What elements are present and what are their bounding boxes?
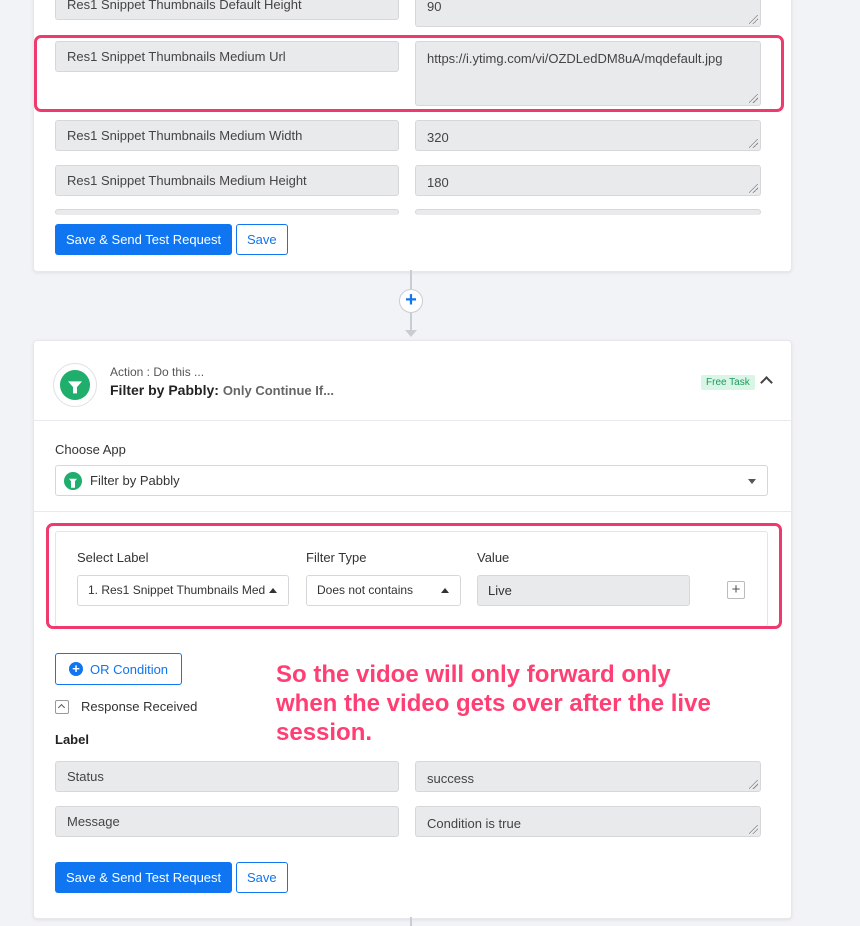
- collapse-chevron-icon[interactable]: [760, 376, 773, 389]
- choose-app-value: Filter by Pabbly: [90, 473, 180, 488]
- filter-app-small-icon: [64, 472, 82, 490]
- connector-line: [410, 270, 412, 289]
- plus-circle-icon: +: [69, 662, 83, 676]
- resize-grip-icon[interactable]: [749, 184, 758, 193]
- field-value[interactable]: 180: [415, 165, 761, 196]
- free-task-badge: Free Task: [701, 375, 755, 390]
- annotation-text: So the vidoe will only forward only when…: [276, 661, 711, 746]
- field-label: Res1 Snippet Thumbnails Medium Height: [55, 165, 399, 196]
- response-value[interactable]: Condition is true: [415, 806, 761, 837]
- save-button[interactable]: Save: [236, 224, 288, 255]
- or-condition-button[interactable]: + OR Condition: [55, 653, 182, 685]
- connector-arrow-icon: [405, 330, 417, 337]
- save-button[interactable]: Save: [236, 862, 288, 893]
- save-send-test-button[interactable]: Save & Send Test Request: [55, 224, 233, 255]
- field-value[interactable]: 320: [415, 120, 761, 151]
- event-name: Only Continue If...: [222, 383, 335, 398]
- choose-app-label: Choose App: [55, 442, 126, 457]
- label-heading: Label: [55, 732, 89, 747]
- field-label-partial: [55, 209, 399, 215]
- connector-line: [410, 313, 412, 331]
- field-value-text: 320: [427, 130, 449, 145]
- dropdown-caret-icon: [748, 479, 756, 484]
- connector-line: [410, 917, 412, 926]
- or-condition-label: OR Condition: [90, 662, 169, 677]
- response-toggle-button[interactable]: [55, 700, 69, 714]
- response-label: Status: [55, 761, 399, 792]
- response-value-text: Condition is true: [427, 816, 521, 831]
- resize-grip-icon[interactable]: [749, 780, 758, 789]
- response-value-text: success: [427, 771, 474, 786]
- field-label: Res1 Snippet Thumbnails Default Height: [55, 0, 399, 20]
- response-value[interactable]: success: [415, 761, 761, 792]
- response-received-label: Response Received: [81, 699, 198, 714]
- highlight-box-url: [34, 35, 784, 112]
- field-value-text: 90: [427, 0, 442, 14]
- divider: [34, 511, 791, 512]
- field-label: Res1 Snippet Thumbnails Medium Width: [55, 120, 399, 151]
- funnel-icon: [69, 478, 77, 488]
- divider: [34, 420, 791, 421]
- action-title: Filter by Pabbly: Only Continue If...: [110, 382, 334, 398]
- resize-grip-icon[interactable]: [749, 139, 758, 148]
- add-step-button[interactable]: +: [399, 289, 423, 313]
- resize-grip-icon[interactable]: [749, 15, 758, 24]
- field-value-partial[interactable]: [415, 209, 761, 215]
- app-name: Filter by Pabbly:: [110, 382, 219, 398]
- chevron-up-icon: [57, 703, 66, 712]
- choose-app-select[interactable]: Filter by Pabbly: [55, 465, 768, 496]
- action-caption: Action : Do this ...: [110, 365, 205, 379]
- response-label: Message: [55, 806, 399, 837]
- field-value-text: 180: [427, 175, 449, 190]
- filter-action-card: Action : Do this ... Filter by Pabbly: O…: [33, 340, 792, 919]
- save-send-test-button[interactable]: Save & Send Test Request: [55, 862, 233, 893]
- resize-grip-icon[interactable]: [749, 825, 758, 834]
- highlight-box-filter: [46, 523, 782, 629]
- funnel-icon: [68, 381, 82, 394]
- field-value[interactable]: 90: [415, 0, 761, 27]
- filter-app-icon: [53, 363, 97, 407]
